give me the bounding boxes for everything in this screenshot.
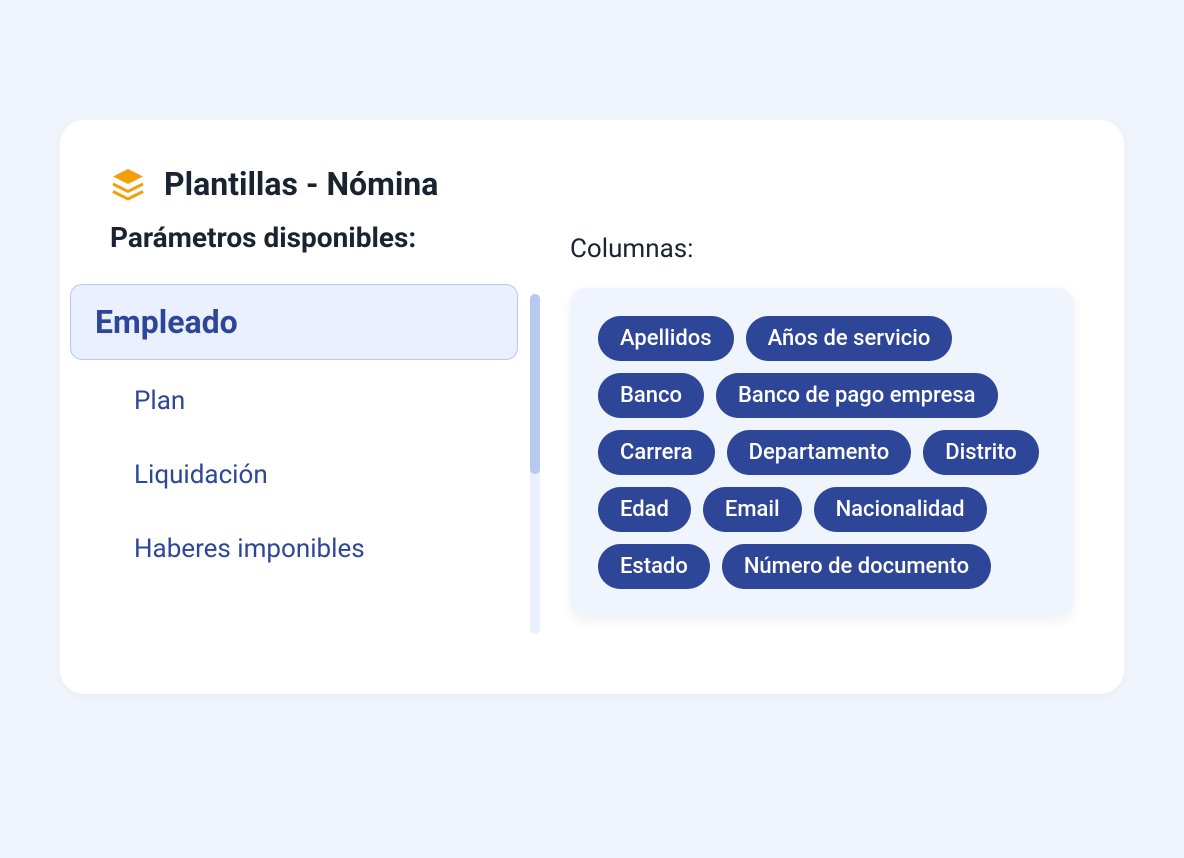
param-item-plan[interactable]: Plan — [110, 368, 518, 434]
chip-estado[interactable]: Estado — [598, 544, 710, 589]
scrollbar-track[interactable] — [530, 294, 540, 634]
columns-box: Apellidos Años de servicio Banco Banco d… — [570, 288, 1074, 617]
chip-email[interactable]: Email — [703, 487, 802, 532]
param-item-haberes[interactable]: Haberes imponibles — [110, 516, 518, 582]
templates-card: Plantillas - Nómina Parámetros disponibl… — [60, 120, 1124, 694]
chip-nacionalidad[interactable]: Nacionalidad — [814, 487, 987, 532]
card-header: Plantillas - Nómina — [110, 165, 1074, 203]
params-panel: Empleado Plan Liquidación Haberes imponi… — [110, 284, 540, 634]
content-row: Empleado Plan Liquidación Haberes imponi… — [110, 284, 1074, 634]
columns-label: Columnas: — [570, 234, 1074, 264]
chip-apellidos[interactable]: Apellidos — [598, 316, 734, 361]
chip-distrito[interactable]: Distrito — [923, 430, 1039, 475]
scrollbar-thumb[interactable] — [530, 294, 540, 474]
chip-carrera[interactable]: Carrera — [598, 430, 715, 475]
columns-panel: Columnas: Apellidos Años de servicio Ban… — [570, 234, 1074, 617]
layers-icon — [110, 166, 146, 202]
chip-banco[interactable]: Banco — [598, 373, 704, 418]
app-background: Plantillas - Nómina Parámetros disponibl… — [0, 0, 1184, 858]
chip-row: Apellidos Años de servicio Banco Banco d… — [598, 316, 1046, 589]
chip-departamento[interactable]: Departamento — [727, 430, 912, 475]
chip-anos-servicio[interactable]: Años de servicio — [746, 316, 953, 361]
param-item-empleado[interactable]: Empleado — [70, 284, 518, 360]
card-title: Plantillas - Nómina — [164, 165, 438, 203]
chip-edad[interactable]: Edad — [598, 487, 691, 532]
param-item-liquidacion[interactable]: Liquidación — [110, 442, 518, 508]
chip-banco-pago-empresa[interactable]: Banco de pago empresa — [716, 373, 998, 418]
params-list: Empleado Plan Liquidación Haberes imponi… — [110, 284, 518, 634]
chip-numero-documento[interactable]: Número de documento — [722, 544, 991, 589]
